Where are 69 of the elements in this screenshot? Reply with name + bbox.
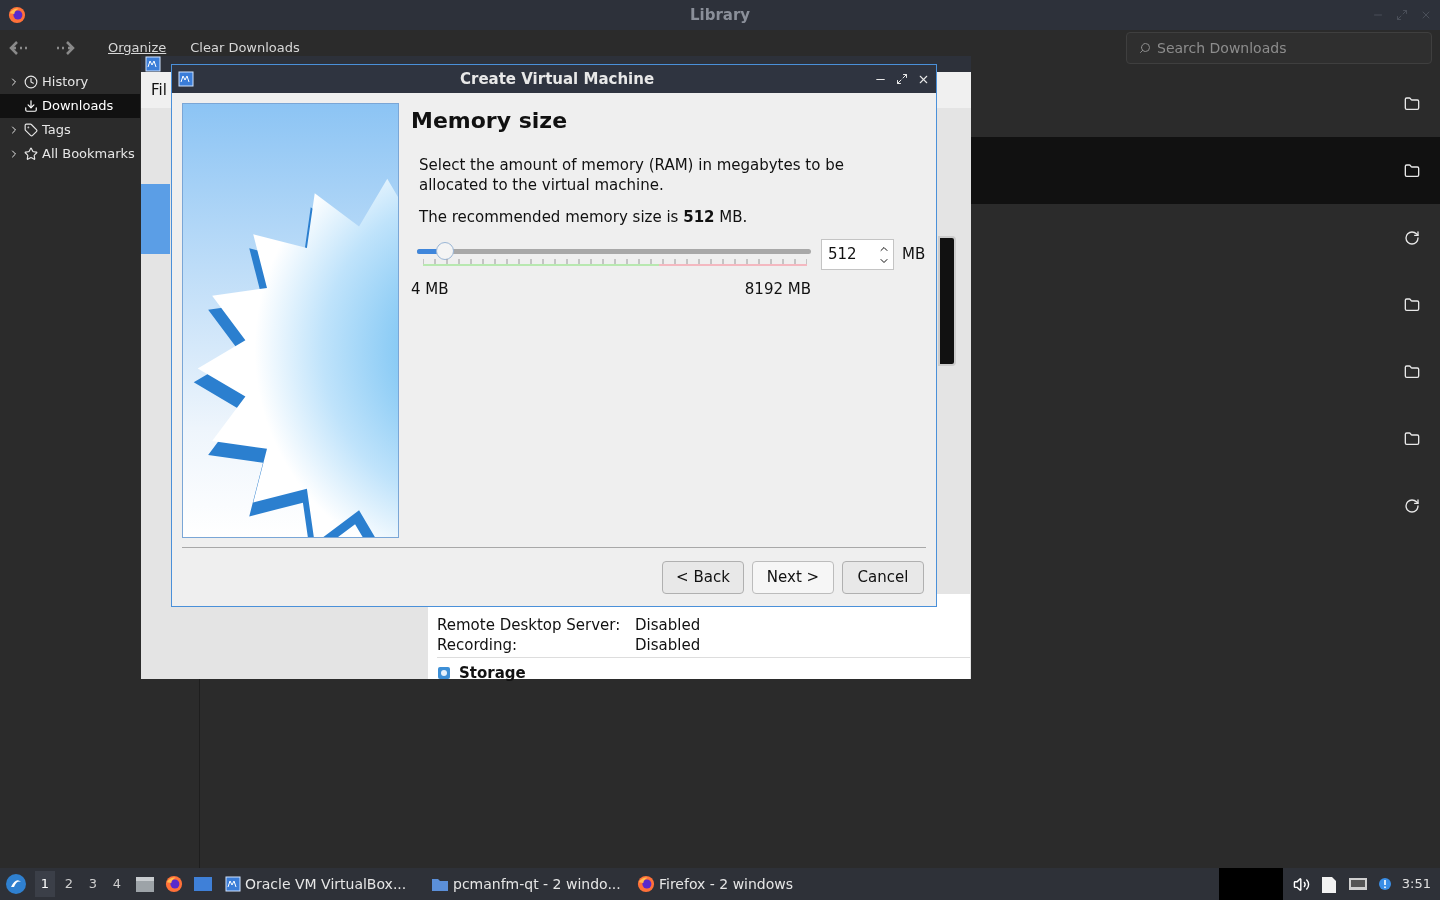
sidebar-label: All Bookmarks	[42, 145, 135, 164]
detail-value: Disabled	[635, 635, 701, 654]
folder-icon[interactable]	[1404, 363, 1420, 380]
search-placeholder: Search Downloads	[1157, 38, 1287, 58]
memory-spinbox[interactable]: 512	[821, 239, 894, 270]
detail-label: Remote Desktop Server:	[437, 615, 622, 634]
dialog-title: Create Virtual Machine	[460, 68, 655, 90]
menu-item[interactable]: Fil	[151, 78, 167, 102]
recommendation-text: The recommended memory size is 512 MB.	[419, 207, 749, 227]
firefox-icon	[8, 6, 26, 24]
taskbar-task[interactable]: Firefox - 2 windows	[635, 870, 831, 898]
folder-icon[interactable]	[1404, 430, 1420, 447]
sidebar-item[interactable]: History	[0, 70, 140, 94]
back-arrow-icon[interactable]	[8, 40, 30, 56]
sidebar-label: History	[42, 73, 89, 92]
search-field[interactable]: Search Downloads	[1126, 32, 1432, 64]
slider-thumb[interactable]	[435, 241, 454, 260]
workspace-button[interactable]: 4	[107, 871, 127, 897]
volume-icon[interactable]	[1292, 875, 1310, 893]
search-icon	[1139, 42, 1151, 54]
tag-icon	[24, 123, 38, 137]
folder-icon[interactable]	[1404, 95, 1420, 112]
unit-label: MB	[902, 244, 926, 266]
sidebar-item[interactable]: Tags	[0, 118, 140, 142]
page-heading: Memory size	[411, 107, 569, 135]
taskbar-task[interactable]: Oracle VM VirtualBox...	[223, 870, 419, 898]
next-button[interactable]: Next >	[752, 561, 834, 594]
file-cabinet-icon[interactable]	[135, 875, 155, 893]
sidebar-label: Tags	[42, 121, 71, 140]
sidebar-item[interactable]: All Bookmarks	[0, 142, 140, 166]
minimum-label: 4 MB	[411, 279, 449, 300]
window-title: Library	[690, 4, 751, 26]
back-button[interactable]: < Back	[662, 561, 744, 594]
app-icon	[178, 71, 194, 87]
maximize-icon[interactable]	[896, 73, 908, 85]
clear-downloads-button[interactable]: Clear Downloads	[190, 38, 300, 58]
memory-slider[interactable]	[417, 240, 811, 269]
app-icon	[145, 56, 161, 72]
folder-icon[interactable]	[1404, 296, 1420, 313]
app-icon	[225, 876, 241, 892]
firefox-icon	[637, 875, 655, 893]
start-menu-icon[interactable]	[5, 873, 27, 895]
sidebar-label: Downloads	[42, 97, 114, 116]
section-heading: Storage	[459, 663, 526, 684]
folder-icon[interactable]	[1404, 162, 1420, 179]
organize-menu[interactable]: Organize	[108, 38, 167, 58]
folder-icon	[431, 876, 449, 892]
workspace-button[interactable]: 2	[59, 871, 79, 897]
cancel-button[interactable]: Cancel	[842, 561, 924, 594]
detail-value: Disabled	[635, 615, 701, 634]
tray-area	[1218, 868, 1283, 900]
maximum-label: 8192 MB	[744, 279, 811, 300]
download-icon	[24, 99, 38, 113]
forward-arrow-icon[interactable]	[54, 40, 76, 56]
desktop-icon[interactable]	[193, 875, 213, 893]
taskbar-task[interactable]: pcmanfm-qt - 2 windo...	[429, 870, 625, 898]
notification-icon[interactable]	[1377, 877, 1392, 891]
workspace-button[interactable]: 3	[83, 871, 103, 897]
workspace-button[interactable]: 1	[35, 871, 55, 897]
clock: 3:51	[1401, 875, 1432, 894]
firefox-icon	[165, 875, 183, 893]
star-icon	[24, 147, 38, 161]
sidebar-item[interactable]: Downloads	[0, 94, 140, 118]
retry-icon[interactable]	[1404, 229, 1420, 246]
detail-label: Recording:	[437, 635, 519, 654]
network-icon[interactable]	[1347, 876, 1368, 892]
retry-icon[interactable]	[1404, 497, 1420, 514]
description-text: Select the amount of memory (RAM) in megabytes to be allocated to the virtual machine.	[419, 155, 845, 195]
clock-icon	[24, 75, 38, 89]
